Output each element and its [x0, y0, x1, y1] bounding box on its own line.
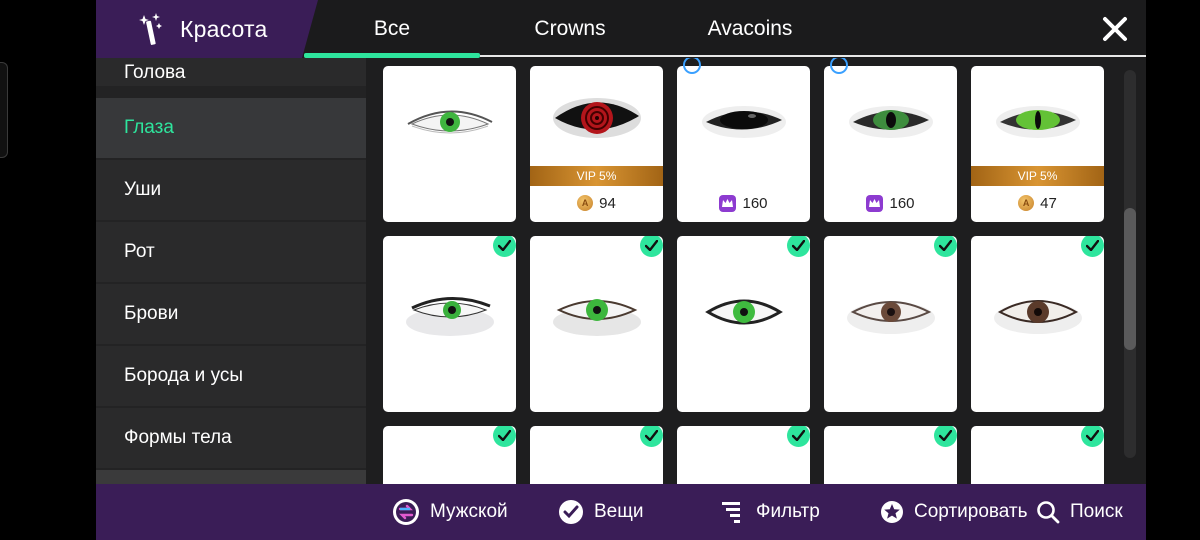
- avacoin-icon: A: [577, 195, 594, 211]
- sidebar-item-body-shapes[interactable]: Формы тела: [96, 408, 366, 468]
- new-badge-icon: [683, 58, 701, 74]
- items-button[interactable]: Вещи: [558, 484, 644, 540]
- owned-check-icon: [493, 426, 516, 447]
- owned-check-icon: [1081, 426, 1104, 447]
- gender-label: Мужской: [430, 501, 508, 522]
- check-circle-icon: [559, 500, 583, 524]
- beauty-panel: Красота Все Crowns Avacoins Голова Глаза…: [96, 0, 1146, 540]
- tab-all[interactable]: Все: [304, 0, 480, 58]
- tab-underline: [480, 55, 1146, 57]
- price-tag: A 47: [971, 192, 1104, 214]
- tab-bar: Все Crowns Avacoins: [304, 0, 1146, 58]
- eye-image: [995, 106, 1080, 138]
- magic-wand-icon: [139, 13, 162, 45]
- sidebar-item-head[interactable]: Голова: [96, 58, 366, 86]
- sort-star-icon: [881, 501, 903, 523]
- owned-check-icon: [640, 236, 663, 257]
- avacoin-icon: A: [1018, 195, 1035, 211]
- vip-discount-banner: VIP 5%: [530, 166, 663, 186]
- price-value: 47: [1040, 194, 1057, 212]
- owned-check-icon: [934, 426, 957, 447]
- sidebar-item-ears[interactable]: Уши: [96, 160, 366, 220]
- item-card[interactable]: VIP 5% A 94: [530, 66, 663, 222]
- eye-image: [701, 106, 786, 138]
- item-card[interactable]: [530, 236, 663, 412]
- item-card[interactable]: [383, 426, 516, 484]
- item-card[interactable]: 160: [824, 58, 957, 222]
- owned-check-icon: [493, 236, 516, 257]
- bottom-toolbar: Мужской Вещи Фильтр Сортировать Поиск: [96, 484, 1146, 540]
- eye-image: [848, 106, 933, 138]
- side-panel-handle[interactable]: [0, 62, 8, 158]
- search-label: Поиск: [1070, 501, 1123, 522]
- category-sidebar: Голова Глаза Уши Рот Брови Борода и усы …: [96, 58, 366, 484]
- section-title: Красота: [180, 15, 268, 42]
- crown-icon: [866, 194, 884, 212]
- sort-button[interactable]: Сортировать: [880, 484, 1028, 540]
- sidebar-item-next[interactable]: [96, 470, 366, 484]
- item-card[interactable]: [530, 426, 663, 484]
- vip-discount-banner: VIP 5%: [971, 166, 1104, 186]
- item-card[interactable]: [677, 236, 810, 412]
- item-card[interactable]: [824, 426, 957, 484]
- item-card[interactable]: 160: [677, 58, 810, 222]
- filter-icon: [722, 502, 740, 523]
- gender-switch-button[interactable]: Мужской: [392, 484, 508, 540]
- scrollbar-thumb[interactable]: [1124, 208, 1136, 350]
- eye-image: [993, 300, 1082, 334]
- search-button[interactable]: Поиск: [1036, 484, 1123, 540]
- price-value: 160: [742, 194, 768, 212]
- sidebar-item-eyes[interactable]: Глаза: [96, 98, 366, 158]
- filter-button[interactable]: Фильтр: [720, 484, 820, 540]
- eye-image: [405, 297, 494, 336]
- sidebar-item-mouth[interactable]: Рот: [96, 222, 366, 282]
- sort-label: Сортировать: [914, 501, 1028, 522]
- items-label: Вещи: [594, 501, 644, 522]
- eye-image: [407, 110, 492, 134]
- item-card[interactable]: [677, 426, 810, 484]
- item-card[interactable]: [971, 236, 1104, 412]
- item-grid: VIP 5% A 94 160 160 VIP 5% A 47: [366, 58, 1146, 484]
- sidebar-item-eyebrows[interactable]: Брови: [96, 284, 366, 344]
- item-card[interactable]: VIP 5% A 47: [971, 66, 1104, 222]
- item-card[interactable]: [971, 426, 1104, 484]
- eye-image: [846, 301, 935, 334]
- item-card[interactable]: [824, 236, 957, 412]
- filter-label: Фильтр: [756, 501, 820, 522]
- price-value: 94: [599, 194, 616, 212]
- owned-check-icon: [1081, 236, 1104, 257]
- eye-image: [552, 299, 641, 336]
- owned-check-icon: [640, 426, 663, 447]
- owned-check-icon: [787, 426, 810, 447]
- item-card[interactable]: [383, 236, 516, 412]
- beauty-section-tab: Красота: [96, 0, 318, 58]
- swap-gender-icon: [393, 499, 419, 525]
- crown-icon: [719, 194, 737, 212]
- owned-check-icon: [787, 236, 810, 257]
- owned-check-icon: [934, 236, 957, 257]
- item-card[interactable]: [383, 66, 516, 222]
- price-value: 160: [889, 194, 915, 212]
- eye-image: [704, 299, 783, 325]
- price-tag: 160: [677, 192, 810, 214]
- price-tag: 160: [824, 192, 957, 214]
- new-badge-icon: [830, 58, 848, 74]
- grid-scrollbar[interactable]: [1124, 70, 1136, 458]
- price-tag: A 94: [530, 192, 663, 214]
- tab-crowns[interactable]: Crowns: [480, 0, 660, 58]
- eye-image: [552, 98, 641, 138]
- sidebar-item-beard[interactable]: Борода и усы: [96, 346, 366, 406]
- close-icon[interactable]: [1098, 12, 1132, 46]
- tab-avacoins[interactable]: Avacoins: [660, 0, 840, 58]
- search-icon: [1037, 501, 1060, 524]
- header: Красота Все Crowns Avacoins: [96, 0, 1146, 58]
